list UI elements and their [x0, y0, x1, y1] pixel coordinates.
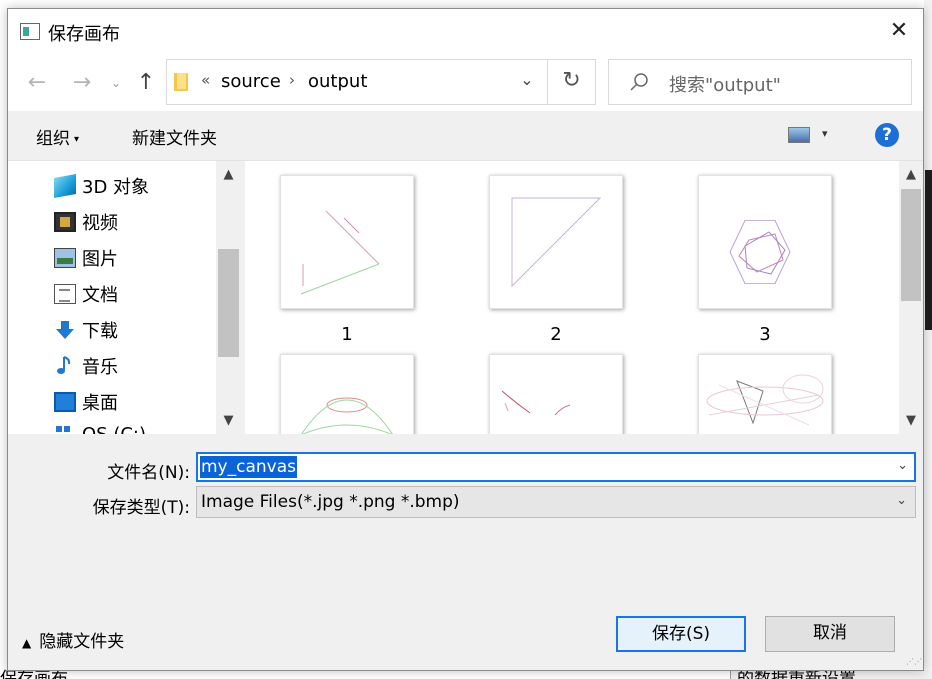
- search-input[interactable]: 搜索"output": [608, 59, 912, 105]
- file-name[interactable]: 3: [698, 324, 832, 345]
- filename-value[interactable]: my_canvas: [200, 456, 297, 478]
- dialog-title: 保存画布: [48, 24, 120, 45]
- sidebar-item-label: 下载: [82, 321, 118, 342]
- scroll-down-icon[interactable]: ▼: [216, 413, 241, 428]
- navigation-pane: 3D 对象 视频 图片 文档 下载 音乐 桌面 OS (C:) ▲ ▼: [8, 161, 241, 434]
- breadcrumb-output[interactable]: output: [308, 71, 367, 92]
- app-window-icon: [20, 23, 40, 40]
- back-arrow-icon[interactable]: ←: [23, 70, 51, 98]
- sidebar-item-label: 音乐: [82, 357, 118, 378]
- file-thumbnail[interactable]: [280, 354, 414, 434]
- scrollbar-thumb[interactable]: [218, 249, 239, 357]
- recent-locations-chevron-icon[interactable]: ⌄: [107, 70, 125, 98]
- view-options-caret-icon[interactable]: ▾: [822, 127, 828, 140]
- search-placeholder: 搜索"output": [669, 75, 781, 96]
- sidebar-item-videos[interactable]: 视频: [54, 209, 118, 237]
- documents-icon: [54, 284, 76, 304]
- sidebar-item-label: 图片: [82, 249, 118, 270]
- background-window-text: 保存画布: [0, 669, 68, 679]
- music-icon: [54, 356, 76, 376]
- refresh-icon[interactable]: ↻: [547, 60, 595, 104]
- hide-folders-toggle[interactable]: ▲ 隐藏文件夹: [22, 627, 124, 652]
- drawing-preview-2: [511, 197, 602, 288]
- navigation-bar: ← → ⌄ ↑ « source › output ⌄ ↻ 搜索"output": [8, 55, 923, 111]
- organize-menu-button[interactable]: 组织 ▾: [36, 124, 79, 149]
- filetype-label: 保存类型(T):: [92, 498, 190, 518]
- download-icon: [54, 320, 76, 340]
- command-bar: 组织 ▾ 新建文件夹 ▾ ?: [8, 111, 923, 161]
- drawing-preview-4: [301, 397, 393, 434]
- organize-label: 组织: [36, 129, 70, 149]
- filename-dropdown-icon[interactable]: ⌄: [897, 458, 908, 473]
- scroll-down-icon[interactable]: ▼: [899, 413, 923, 428]
- filetype-select[interactable]: Image Files(*.jpg *.png *.bmp) ⌄: [196, 486, 916, 518]
- sidebar-item-downloads[interactable]: 下载: [54, 317, 118, 345]
- drive-icon: [54, 423, 76, 434]
- sidebar-item-label: 桌面: [82, 393, 118, 414]
- filename-field[interactable]: my_canvas ⌄: [196, 452, 916, 482]
- file-thumbnail[interactable]: [280, 175, 414, 309]
- forward-arrow-icon[interactable]: →: [68, 70, 96, 98]
- drawing-preview-1: [300, 210, 380, 295]
- sidebar-item-music[interactable]: 音乐: [54, 353, 118, 381]
- caret-down-icon: ▾: [74, 133, 80, 145]
- background-window-status-text: 的数据重新设置: [737, 670, 856, 679]
- scrollbar-thumb[interactable]: [901, 189, 921, 301]
- new-folder-button[interactable]: 新建文件夹: [132, 124, 217, 149]
- desktop-icon: [54, 392, 76, 412]
- file-name[interactable]: 1: [280, 324, 414, 345]
- file-thumbnail[interactable]: [698, 354, 832, 434]
- sidebar-item-label: 文档: [82, 285, 118, 306]
- change-view-icon[interactable]: [788, 127, 810, 143]
- scroll-up-icon[interactable]: ▲: [216, 167, 241, 182]
- sidebar-item-desktop[interactable]: 桌面: [54, 389, 118, 417]
- filetype-dropdown-icon[interactable]: ⌄: [896, 493, 907, 508]
- breadcrumb-source[interactable]: source: [221, 71, 281, 92]
- file-list-scrollbar[interactable]: ▲ ▼: [899, 161, 923, 434]
- save-button[interactable]: 保存(S): [616, 616, 746, 652]
- save-dialog: 保存画布 ✕ ← → ⌄ ↑ « source › output ⌄ ↻ 搜索"…: [7, 8, 924, 671]
- breadcrumb-separator-icon: ›: [289, 71, 295, 89]
- filename-label: 文件名(N):: [107, 463, 190, 483]
- cancel-button[interactable]: 取消: [765, 616, 895, 652]
- up-arrow-icon[interactable]: ↑: [132, 70, 160, 98]
- drawing-preview-5: [501, 390, 571, 416]
- title-bar: 保存画布 ✕: [8, 9, 923, 55]
- search-icon: [630, 73, 648, 91]
- background-window-dark-panel: [925, 170, 932, 330]
- sidebar-item-documents[interactable]: 文档: [54, 281, 118, 309]
- sidebar-item-os-drive[interactable]: OS (C:): [54, 423, 146, 434]
- navigation-pane-scrollbar[interactable]: ▲ ▼: [216, 161, 241, 434]
- file-thumbnail[interactable]: [489, 354, 623, 434]
- drawing-preview-3: [729, 220, 791, 284]
- sidebar-item-pictures[interactable]: 图片: [54, 245, 118, 273]
- close-button[interactable]: ✕: [875, 9, 923, 55]
- address-history-dropdown-icon[interactable]: ⌄: [512, 70, 542, 94]
- background-window-status: 的数据重新设置: [730, 670, 932, 679]
- file-name[interactable]: 2: [489, 324, 623, 345]
- video-icon: [54, 212, 76, 232]
- sidebar-item-label: OS (C:): [82, 424, 146, 434]
- help-icon[interactable]: ?: [875, 123, 899, 147]
- sidebar-item-label: 视频: [82, 213, 118, 234]
- folder-icon: [174, 73, 188, 91]
- background-window-edge: [924, 0, 932, 679]
- pictures-icon: [54, 248, 76, 268]
- 3d-objects-icon: [54, 174, 76, 198]
- file-thumbnail[interactable]: [489, 175, 623, 309]
- caret-up-icon: ▲: [22, 636, 32, 650]
- scroll-up-icon[interactable]: ▲: [899, 167, 923, 182]
- file-thumbnail[interactable]: [698, 175, 832, 309]
- drawing-preview-6: [706, 374, 824, 426]
- address-overflow-icon[interactable]: «: [201, 71, 210, 89]
- sidebar-item-label: 3D 对象: [82, 177, 150, 198]
- hide-folders-label: 隐藏文件夹: [39, 632, 125, 652]
- address-bar[interactable]: « source › output ⌄ ↻: [166, 59, 596, 105]
- filetype-value: Image Files(*.jpg *.png *.bmp): [201, 492, 460, 512]
- file-list: 1 2 3: [245, 161, 899, 434]
- resize-grip-icon[interactable]: ⋰⋰: [906, 657, 922, 669]
- sidebar-item-3d-objects[interactable]: 3D 对象: [54, 173, 149, 201]
